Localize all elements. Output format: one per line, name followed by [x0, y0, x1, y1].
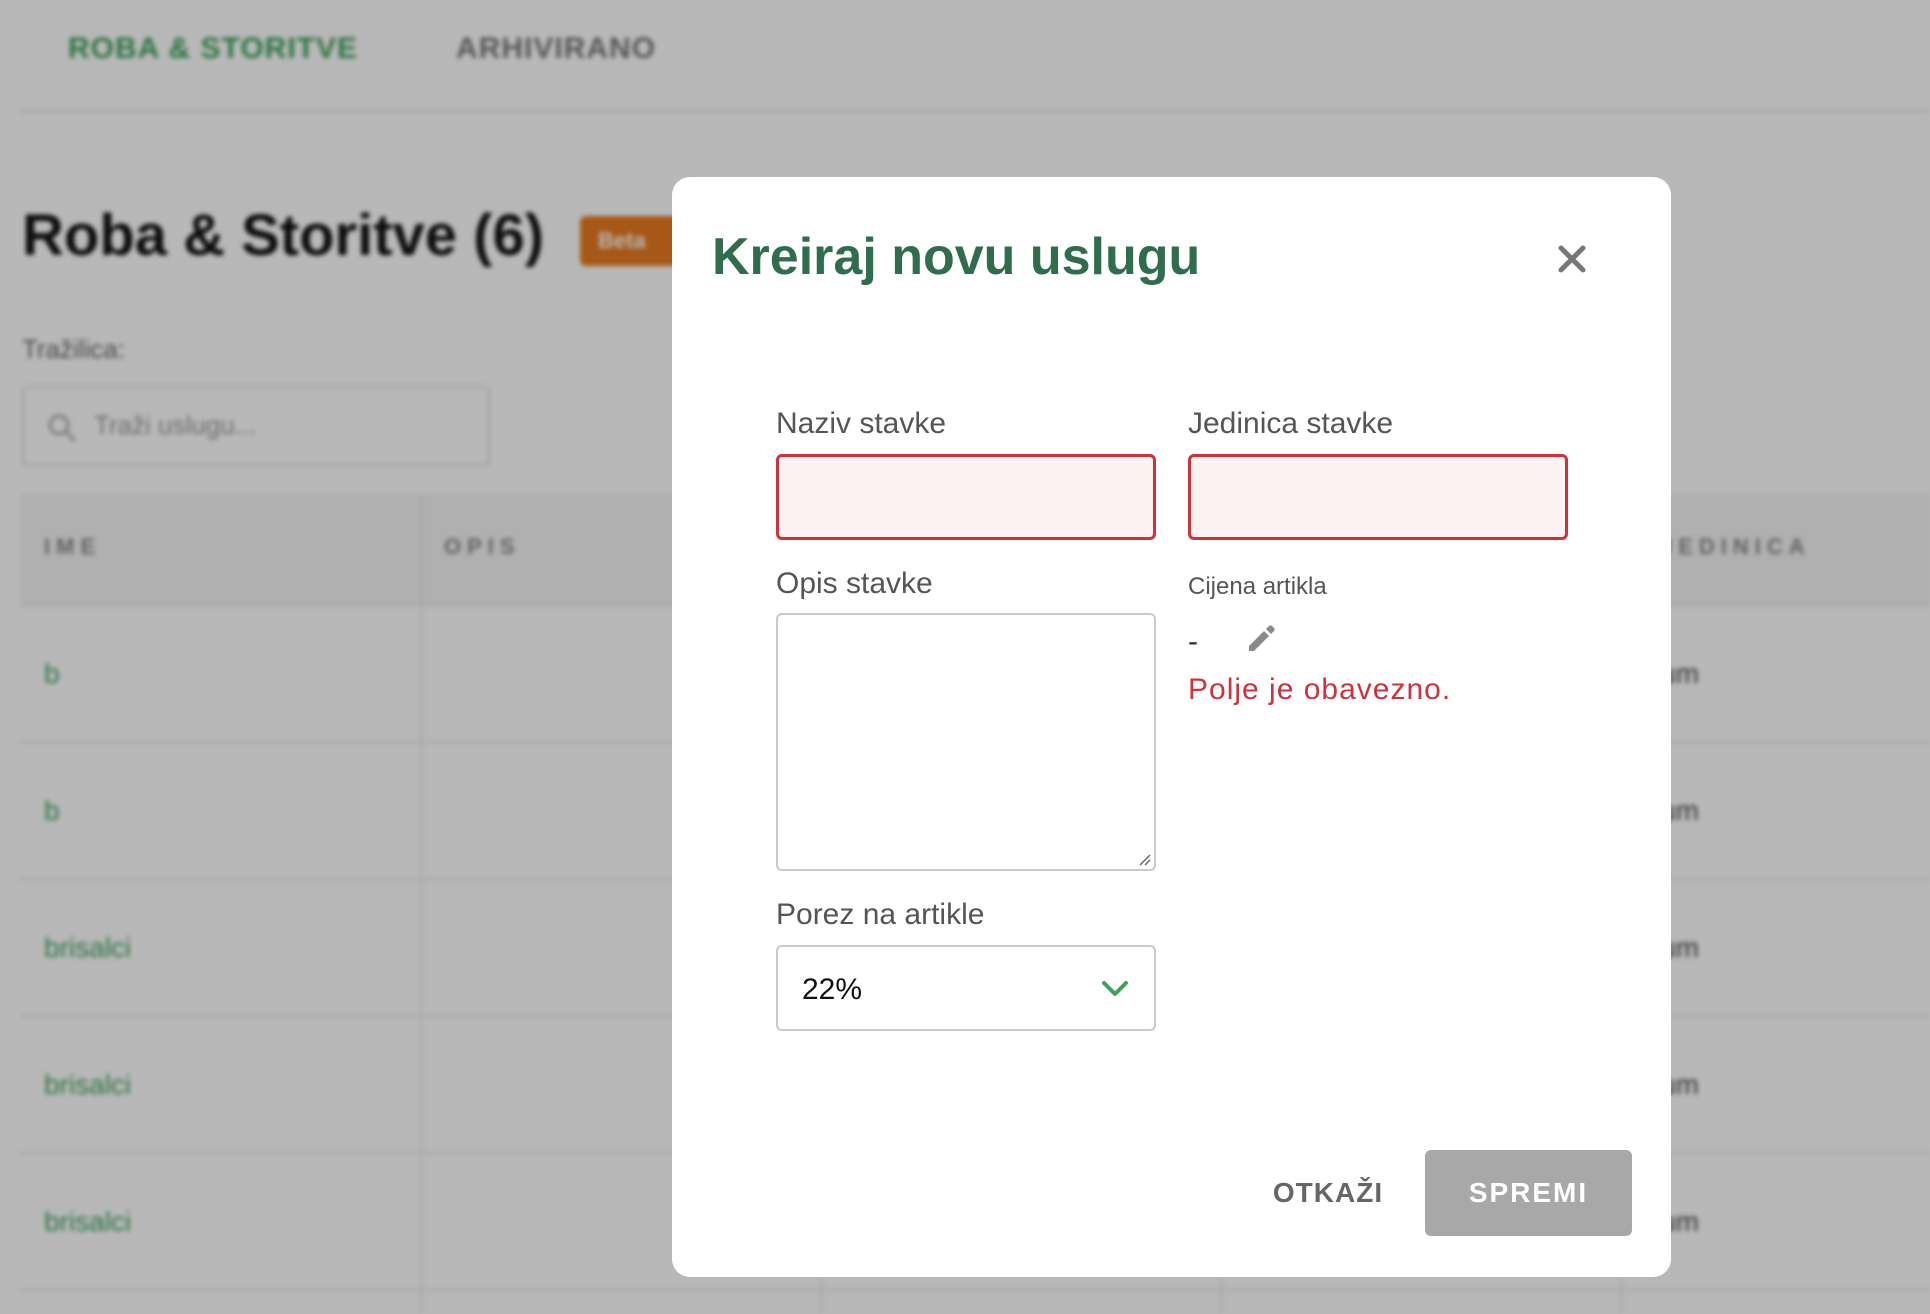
- item-unit-input[interactable]: [1188, 454, 1568, 540]
- required-field-error: Polje je obavezno.: [1188, 673, 1452, 706]
- dialog-title: Kreiraj novu uslugu: [712, 228, 1201, 286]
- description-label: Opis stavke: [776, 567, 933, 600]
- resize-handle-icon[interactable]: [1136, 851, 1152, 867]
- chevron-down-icon: [1102, 981, 1128, 996]
- description-textarea[interactable]: [776, 613, 1156, 871]
- item-name-input[interactable]: [776, 454, 1156, 540]
- tax-select[interactable]: 22%: [776, 945, 1156, 1031]
- save-button[interactable]: SPREMI: [1425, 1150, 1632, 1236]
- edit-price-button[interactable]: [1244, 621, 1278, 655]
- price-label: Cijena artikla: [1188, 573, 1327, 600]
- item-name-label: Naziv stavke: [776, 407, 947, 440]
- price-value: -: [1188, 625, 1198, 658]
- close-button[interactable]: [1552, 239, 1592, 279]
- item-unit-label: Jedinica stavke: [1188, 407, 1394, 440]
- cancel-button[interactable]: OTKAŽI: [1242, 1150, 1414, 1236]
- tax-selected-value: 22%: [802, 973, 863, 1006]
- pencil-icon: [1249, 625, 1275, 651]
- close-icon: [1558, 245, 1586, 273]
- create-service-dialog: Kreiraj novu uslugu Naziv stavke Jedinic…: [672, 177, 1671, 1277]
- tax-label: Porez na artikle: [776, 898, 985, 931]
